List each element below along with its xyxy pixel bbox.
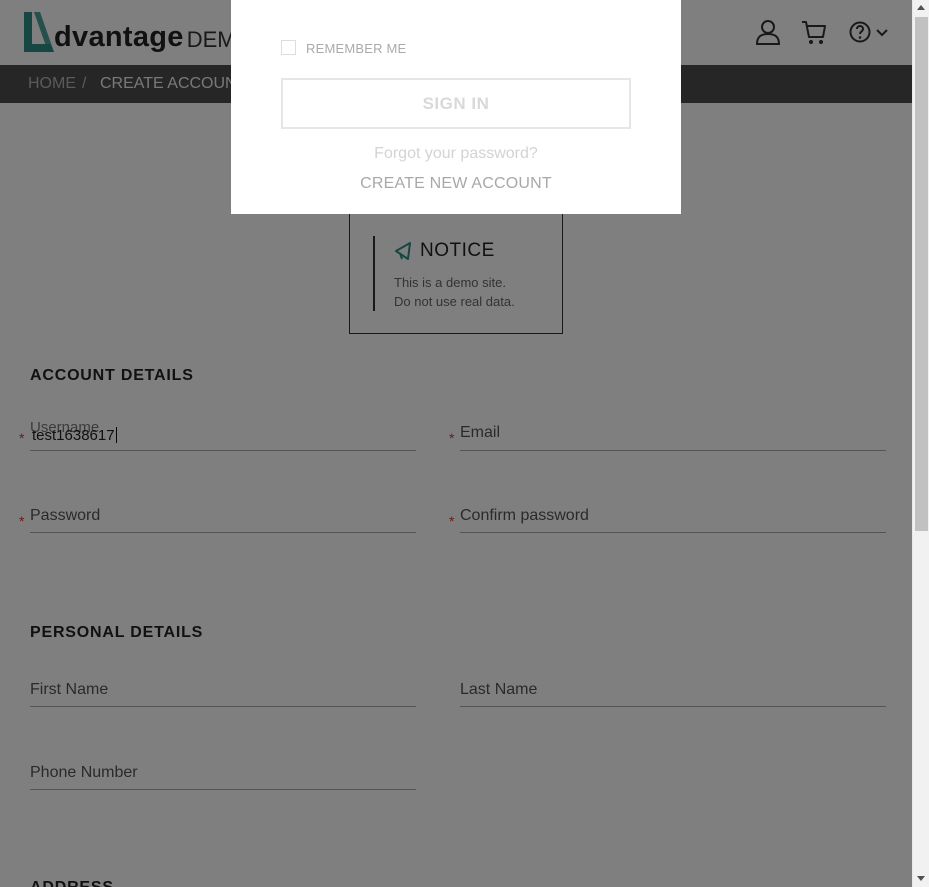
sign-in-button[interactable]: SIGN IN [281, 78, 631, 129]
login-modal: REMEMBER ME SIGN IN Forgot your password… [231, 0, 681, 214]
vertical-scrollbar[interactable] [912, 0, 929, 887]
scroll-thumb[interactable] [915, 17, 928, 531]
remember-me-label[interactable]: REMEMBER ME [306, 41, 406, 56]
create-new-account-link[interactable]: CREATE NEW ACCOUNT [231, 175, 681, 193]
scroll-up-arrow-icon[interactable] [917, 5, 925, 10]
scroll-down-arrow-icon[interactable] [917, 876, 925, 881]
forgot-password-link[interactable]: Forgot your password? [231, 145, 681, 163]
remember-me-checkbox[interactable] [281, 40, 296, 55]
create-account-page: dvantage DEMO HOME [0, 0, 912, 887]
